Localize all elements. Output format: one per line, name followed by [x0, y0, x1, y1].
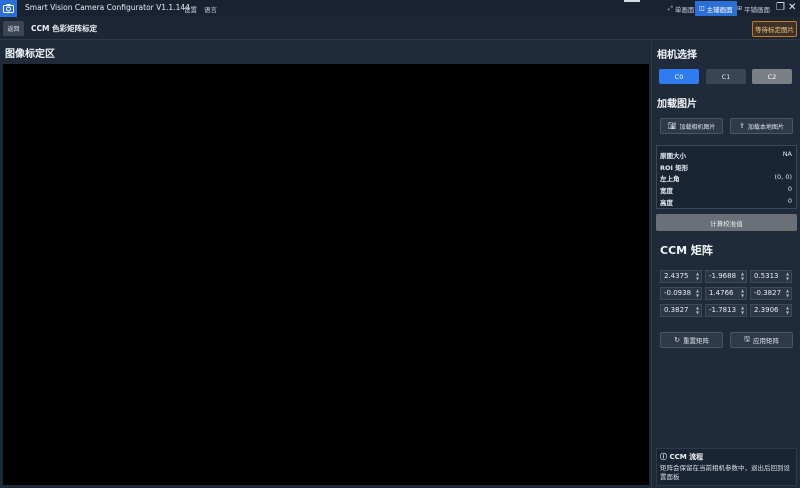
tab-main-sub-view[interactable]: ◫ 主辅画面	[695, 1, 737, 16]
size-value: NA	[782, 150, 792, 158]
info-row-topleft: 左上角 (0, 0)	[660, 173, 792, 183]
flow-title: ⓘ CCM 流程	[660, 452, 703, 462]
width-label: 宽度	[660, 187, 673, 195]
apply-matrix-button[interactable]: 🖫︎ 应用矩阵	[730, 332, 793, 348]
spinner-icon[interactable]: ▲ ▼	[740, 305, 745, 316]
matrix-value: -1.7813	[709, 306, 737, 314]
load-local-image-label: 加载本地图片	[747, 123, 784, 131]
image-info-box: 原图大小 NA ROI 矩形 左上角 (0, 0) 宽度 0 高度 0	[656, 145, 797, 209]
upload-icon: ⇪	[739, 122, 745, 130]
width-value: 0	[787, 185, 792, 193]
flow-description: 矩阵会保留在当前相机参数中，退出后回到设置面板	[660, 464, 790, 481]
matrix-value: -0.0938	[664, 289, 692, 297]
grid-icon: ⊞	[737, 5, 743, 12]
save-icon: 🖫︎	[744, 334, 750, 343]
load-camera-image-label: 加载相机图片	[679, 123, 716, 131]
load-camera-image-button[interactable]: 📷︎ 加载相机图片	[660, 118, 723, 134]
size-label: 原图大小	[660, 152, 686, 160]
info-row-height: 高度 0	[660, 197, 792, 207]
matrix-cell-0-2[interactable]: 0.5313 ▲ ▼	[750, 270, 792, 283]
matrix-cell-1-1[interactable]: 1.4766 ▲ ▼	[705, 287, 747, 300]
app-title: Smart Vision Camera Configurator V1.1.14…	[25, 3, 190, 12]
tab-single-view[interactable]: ⤢ 单画面	[664, 1, 698, 16]
height-value: 0	[787, 197, 792, 205]
title-bar: Smart Vision Camera Configurator V1.1.14…	[0, 0, 800, 17]
spinner-icon[interactable]: ▲ ▼	[695, 271, 700, 282]
close-icon[interactable]: ✕	[788, 2, 796, 14]
matrix-value: -0.3827	[754, 289, 782, 297]
camera-section-title: 相机选择	[657, 50, 697, 61]
spinner-icon[interactable]: ▲ ▼	[695, 305, 700, 316]
spinner-icon[interactable]: ▲ ▼	[740, 271, 745, 282]
info-icon: ⓘ	[660, 453, 667, 461]
camera-icon: 📷︎	[667, 122, 677, 130]
reset-matrix-button[interactable]: ↻ 重置矩阵	[660, 332, 723, 348]
topleft-label: 左上角	[660, 175, 680, 183]
back-button[interactable]: 返回	[3, 21, 24, 36]
apply-matrix-label: 应用矩阵	[752, 337, 779, 345]
spinner-icon[interactable]: ▲ ▼	[785, 288, 790, 299]
spinner-icon[interactable]: ▲ ▼	[785, 271, 790, 282]
spinner-icon[interactable]: ▲ ▼	[740, 288, 745, 299]
camera-button-c0[interactable]: C0	[659, 69, 699, 84]
height-label: 高度	[660, 199, 673, 207]
topleft-value: (0, 0)	[774, 173, 792, 181]
matrix-cell-1-0[interactable]: -0.0938 ▲ ▼	[660, 287, 702, 300]
camera-button-c2[interactable]: C2	[752, 69, 792, 84]
page-title: CCM 色彩矩阵标定	[31, 24, 98, 33]
matrix-cell-1-2[interactable]: -0.3827 ▲ ▼	[750, 287, 792, 300]
restore-window-icon[interactable]: ❐	[776, 2, 785, 14]
load-local-image-button[interactable]: ⇪ 加载本地图片	[730, 118, 793, 134]
sub-header: 返回 CCM 色彩矩阵标定 等待标定图片	[0, 18, 800, 40]
menu-settings[interactable]: 设置	[184, 4, 197, 14]
matrix-cell-2-2[interactable]: 2.3906 ▲ ▼	[750, 304, 792, 317]
right-panel: 相机选择 C0 C1 C2 加载图片 📷︎ 加载相机图片 ⇪ 加载本地图片 原图…	[651, 41, 800, 488]
matrix-value: 0.5313	[754, 272, 779, 280]
matrix-value: -1.9688	[709, 272, 737, 280]
matrix-value: 0.3827	[664, 306, 689, 314]
menu-language[interactable]: 语言	[204, 4, 217, 14]
tab-tiled-view[interactable]: ⊞ 平铺画面	[733, 1, 774, 16]
flow-title-text: CCM 流程	[669, 453, 704, 461]
spinner-icon[interactable]: ▲ ▼	[695, 288, 700, 299]
reset-matrix-label: 重置矩阵	[682, 337, 709, 345]
image-canvas[interactable]	[3, 64, 649, 485]
image-area-title: 图像标定区	[5, 49, 55, 60]
matrix-value: 1.4766	[709, 289, 734, 297]
spinner-icon[interactable]: ▲ ▼	[785, 305, 790, 316]
matrix-value: 2.3906	[754, 306, 779, 314]
split-view-icon: ◫	[699, 5, 705, 12]
camera-app-icon	[0, 0, 17, 17]
ccm-matrix-title: CCM 矩阵	[660, 244, 713, 257]
matrix-cell-0-1[interactable]: -1.9688 ▲ ▼	[705, 270, 747, 283]
matrix-cell-0-0[interactable]: 2.4375 ▲ ▼	[660, 270, 702, 283]
tab-tiled-view-label: 平铺画面	[744, 5, 771, 14]
matrix-cell-2-0[interactable]: 0.3827 ▲ ▼	[660, 304, 702, 317]
expand-icon: ⤢	[668, 4, 673, 12]
refresh-icon: ↻	[674, 336, 680, 344]
roi-label: ROI 矩形	[660, 164, 689, 172]
window-indicator	[624, 0, 640, 2]
tab-single-view-label: 单画面	[674, 5, 695, 14]
load-section-title: 加载图片	[657, 99, 697, 110]
camera-button-c1[interactable]: C1	[706, 69, 746, 84]
ccm-flow-note: ⓘ CCM 流程 矩阵会保留在当前相机参数中，退出后回到设置面板	[656, 448, 797, 486]
info-row-width: 宽度 0	[660, 185, 792, 195]
tab-main-sub-view-label: 主辅画面	[706, 5, 733, 14]
matrix-value: 2.4375	[664, 272, 689, 280]
info-row-size: 原图大小 NA	[660, 150, 792, 160]
status-badge[interactable]: 等待标定图片	[752, 21, 797, 37]
info-row-roi: ROI 矩形	[660, 162, 792, 172]
calculate-button[interactable]: 计算校准值	[656, 214, 797, 231]
matrix-cell-2-1[interactable]: -1.7813 ▲ ▼	[705, 304, 747, 317]
